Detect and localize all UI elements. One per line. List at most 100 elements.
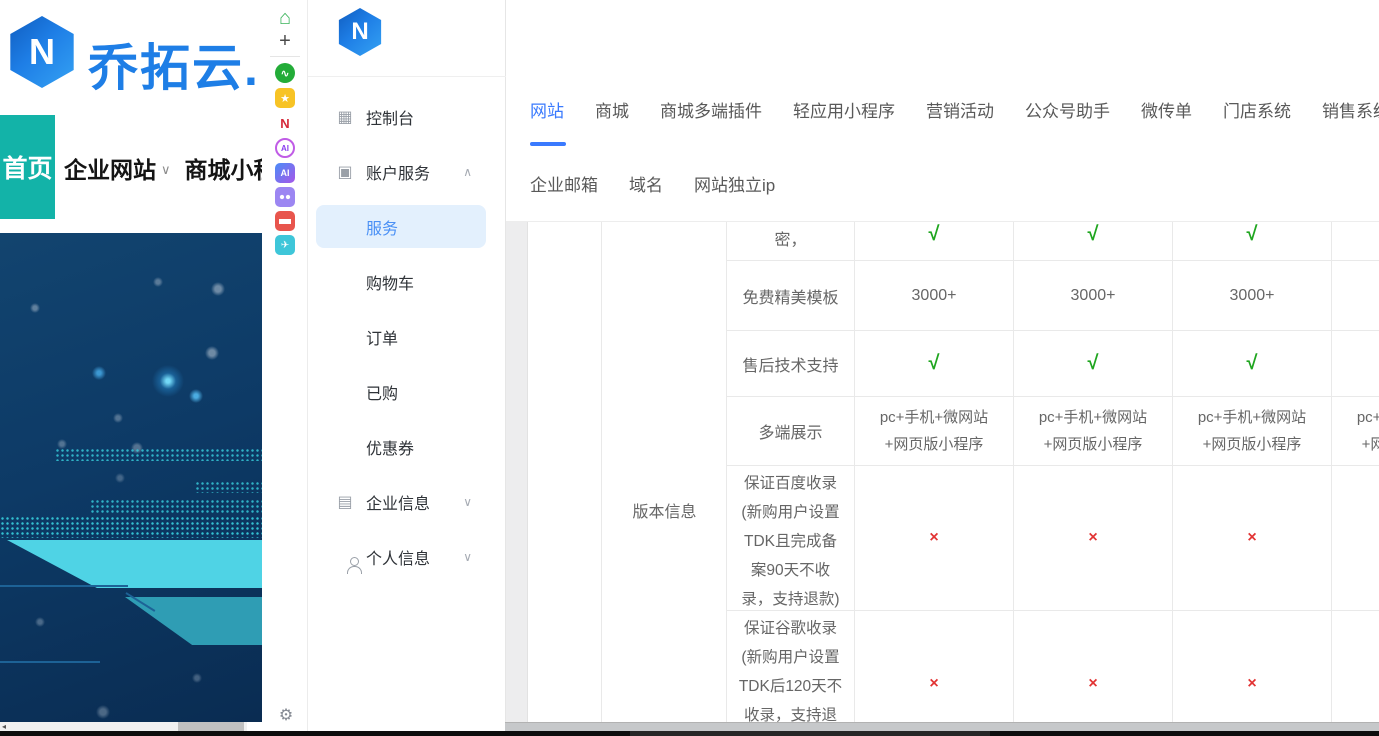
row-label-support: 售后技术支持 — [727, 331, 855, 397]
cell-value: × — [1014, 611, 1173, 722]
ai-circle-icon[interactable]: AI — [275, 138, 295, 158]
active-tab-underline — [530, 142, 566, 146]
table-row: 保证百度收录 (新购用户设置 TDK且完成备 案90天不收 录，支持退款) × … — [727, 466, 1379, 611]
tab-domain[interactable]: 域名 — [629, 171, 663, 196]
row-label-ssl: （全站https加密， 具备SSL证书) — [727, 222, 855, 261]
robot-icon[interactable] — [275, 187, 295, 207]
sidebar-item-company-info[interactable]: ▤ 企业信息 ∨ — [308, 487, 506, 517]
cell-value: √ — [1014, 222, 1173, 261]
table-row: （全站https加密， 具备SSL证书) √ √ √ — [727, 222, 1379, 261]
cell-value: × — [855, 611, 1014, 722]
sidebar-subitem-cart[interactable]: 购物车 — [366, 270, 486, 294]
main-panel: 网站 商城 商城多端插件 轻应用小程序 营销活动 公众号助手 微传单 门店系统 … — [506, 0, 1379, 736]
sidebar-subitem-service[interactable]: 服务 — [366, 215, 486, 239]
tab-sales-system[interactable]: 销售系统 — [1322, 97, 1379, 122]
brand-name: 乔拓云. — [88, 28, 260, 100]
scrollbar-thumb[interactable] — [178, 722, 244, 731]
rail-divider — [270, 56, 300, 57]
sidebar-item-account-services[interactable]: ▣ 账户服务 ∧ — [308, 157, 506, 187]
admin-sidebar: N ▦ 控制台 ▣ 账户服务 ∧ 服务 购物车 订单 已购 优惠券 ▤ 企业信息… — [308, 0, 506, 731]
table-horizontal-scrollbar[interactable] — [505, 722, 1379, 731]
table-row: 保证谷歌收录 (新购用户设置 TDK后120天不 收录，支持退 × × × — [727, 611, 1379, 722]
tab-row-secondary: 企业邮箱 域名 网站独立ip — [530, 171, 775, 196]
admin-logo-letter: N — [351, 18, 368, 46]
cell-value: × — [1173, 611, 1332, 722]
nav-company-site-link[interactable]: 企业网站 — [64, 151, 156, 185]
hero-banner-image — [0, 233, 262, 722]
sidebar-item-personal-info[interactable]: 个人信息 ∨ — [308, 542, 506, 572]
nav-home-link[interactable]: 首页 — [0, 115, 55, 219]
cell-value: × — [855, 466, 1014, 611]
home-icon[interactable]: ⌂ — [275, 8, 295, 28]
tab-mall[interactable]: 商城 — [595, 97, 629, 122]
sidebar-item-label: 企业信息 — [366, 490, 430, 514]
cell-value: pc+手机+微网站+网页版小程序 — [1173, 397, 1332, 466]
page-horizontal-scrollbar[interactable]: ◂ — [0, 722, 247, 731]
cell-value-clipped — [1332, 261, 1379, 331]
scroll-left-arrow-icon[interactable]: ◂ — [2, 722, 6, 731]
sidebar-subitem-orders[interactable]: 订单 — [366, 325, 486, 349]
admin-logo-icon[interactable]: N — [336, 8, 384, 56]
cell-value: √ — [1014, 331, 1173, 397]
sidebar-item-label: 控制台 — [366, 105, 414, 129]
cell-value: √ — [855, 331, 1014, 397]
chevron-down-icon: ∨ — [463, 495, 472, 509]
favorites-star-icon[interactable]: ★ — [275, 88, 295, 108]
tab-official-account[interactable]: 公众号助手 — [1025, 97, 1110, 122]
sidebar-item-label: 账户服务 — [366, 160, 430, 184]
site-navbar: 首页 企业网站 ∨ 商城小程序 — [0, 115, 262, 233]
table-row: 多端展示 pc+手机+微网站+网页版小程序 pc+手机+微网站+网页版小程序 p… — [727, 397, 1379, 466]
tab-light-app[interactable]: 轻应用小程序 — [793, 97, 895, 122]
media-clapper-icon[interactable]: ✈ — [275, 235, 295, 255]
cell-value-clipped — [1332, 222, 1379, 261]
table-clipped-category-column — [506, 222, 528, 722]
circuit-line — [0, 661, 100, 663]
app-rail: ⌂ + ∿ ★ N AI AI ✈ ⚙ — [262, 0, 308, 731]
brand-logo-icon[interactable]: N — [6, 16, 78, 88]
cell-value: 3000+ — [1173, 261, 1332, 331]
table-rows: （全站https加密， 具备SSL证书) √ √ √ 免费精美模板 3000+ … — [727, 222, 1379, 722]
ai-square-icon[interactable]: AI — [275, 163, 295, 183]
sidebar-item-label: 个人信息 — [366, 545, 430, 569]
sidebar-subitem-purchased[interactable]: 已购 — [366, 380, 486, 404]
cell-value-clipped — [1332, 466, 1379, 611]
sidebar-item-console[interactable]: ▦ 控制台 — [308, 102, 506, 132]
cell-value: √ — [855, 222, 1014, 261]
table-version-info-column — [602, 222, 727, 722]
settings-gear-icon[interactable]: ⚙ — [276, 705, 296, 725]
cell-value-clipped — [1332, 331, 1379, 397]
table-row: 售后技术支持 √ √ √ — [727, 331, 1379, 397]
tab-marketing[interactable]: 营销活动 — [926, 97, 994, 122]
pixel-text-row — [0, 516, 262, 538]
site-header: N 乔拓云. — [0, 0, 262, 115]
chevron-up-icon: ∧ — [463, 165, 472, 179]
tab-store-system[interactable]: 门店系统 — [1223, 97, 1291, 122]
tab-micro-flyer[interactable]: 微传单 — [1141, 97, 1192, 122]
row-label-templates: 免费精美模板 — [727, 261, 855, 331]
chevron-down-icon: ∨ — [161, 162, 171, 178]
mini-program-icon[interactable]: ∿ — [275, 63, 295, 83]
cell-value: 3000+ — [1014, 261, 1173, 331]
tab-mall-plugin[interactable]: 商城多端插件 — [660, 97, 762, 122]
tab-website[interactable]: 网站 — [530, 97, 564, 122]
version-info-label: 版本信息 — [602, 498, 727, 522]
cell-value: √ — [1173, 331, 1332, 397]
tab-independent-ip[interactable]: 网站独立ip — [694, 171, 775, 196]
table-row: 免费精美模板 3000+ 3000+ 3000+ — [727, 261, 1379, 331]
cell-value-clipped: pc+手机+微网站+网页版小程序 — [1332, 397, 1379, 466]
nav-mall-miniprogram-link[interactable]: 商城小程序 — [185, 151, 262, 185]
table-empty-merged-column — [528, 222, 602, 722]
dashboard-grid-icon: ▦ — [336, 107, 354, 127]
cell-value: 3000+ — [855, 261, 1014, 331]
building-icon: ▤ — [336, 492, 354, 512]
add-icon[interactable]: + — [275, 31, 295, 51]
product-tab-header: 网站 商城 商城多端插件 轻应用小程序 营销活动 公众号助手 微传单 门店系统 … — [506, 0, 1379, 222]
gamepad-icon[interactable] — [275, 211, 295, 231]
row-label-baidu-index: 保证百度收录 (新购用户设置 TDK且完成备 案90天不收 录，支持退款) — [727, 466, 855, 611]
circuit-line — [0, 585, 128, 587]
cube-icon: ▣ — [336, 162, 354, 182]
network-graph-icon[interactable]: N — [275, 113, 295, 133]
tab-enterprise-mail[interactable]: 企业邮箱 — [530, 171, 598, 196]
version-compare-table: 版本信息 （全站https加密， 具备SSL证书) √ √ √ 免费精美模板 3… — [506, 222, 1379, 722]
sidebar-subitem-coupons[interactable]: 优惠券 — [366, 435, 486, 459]
